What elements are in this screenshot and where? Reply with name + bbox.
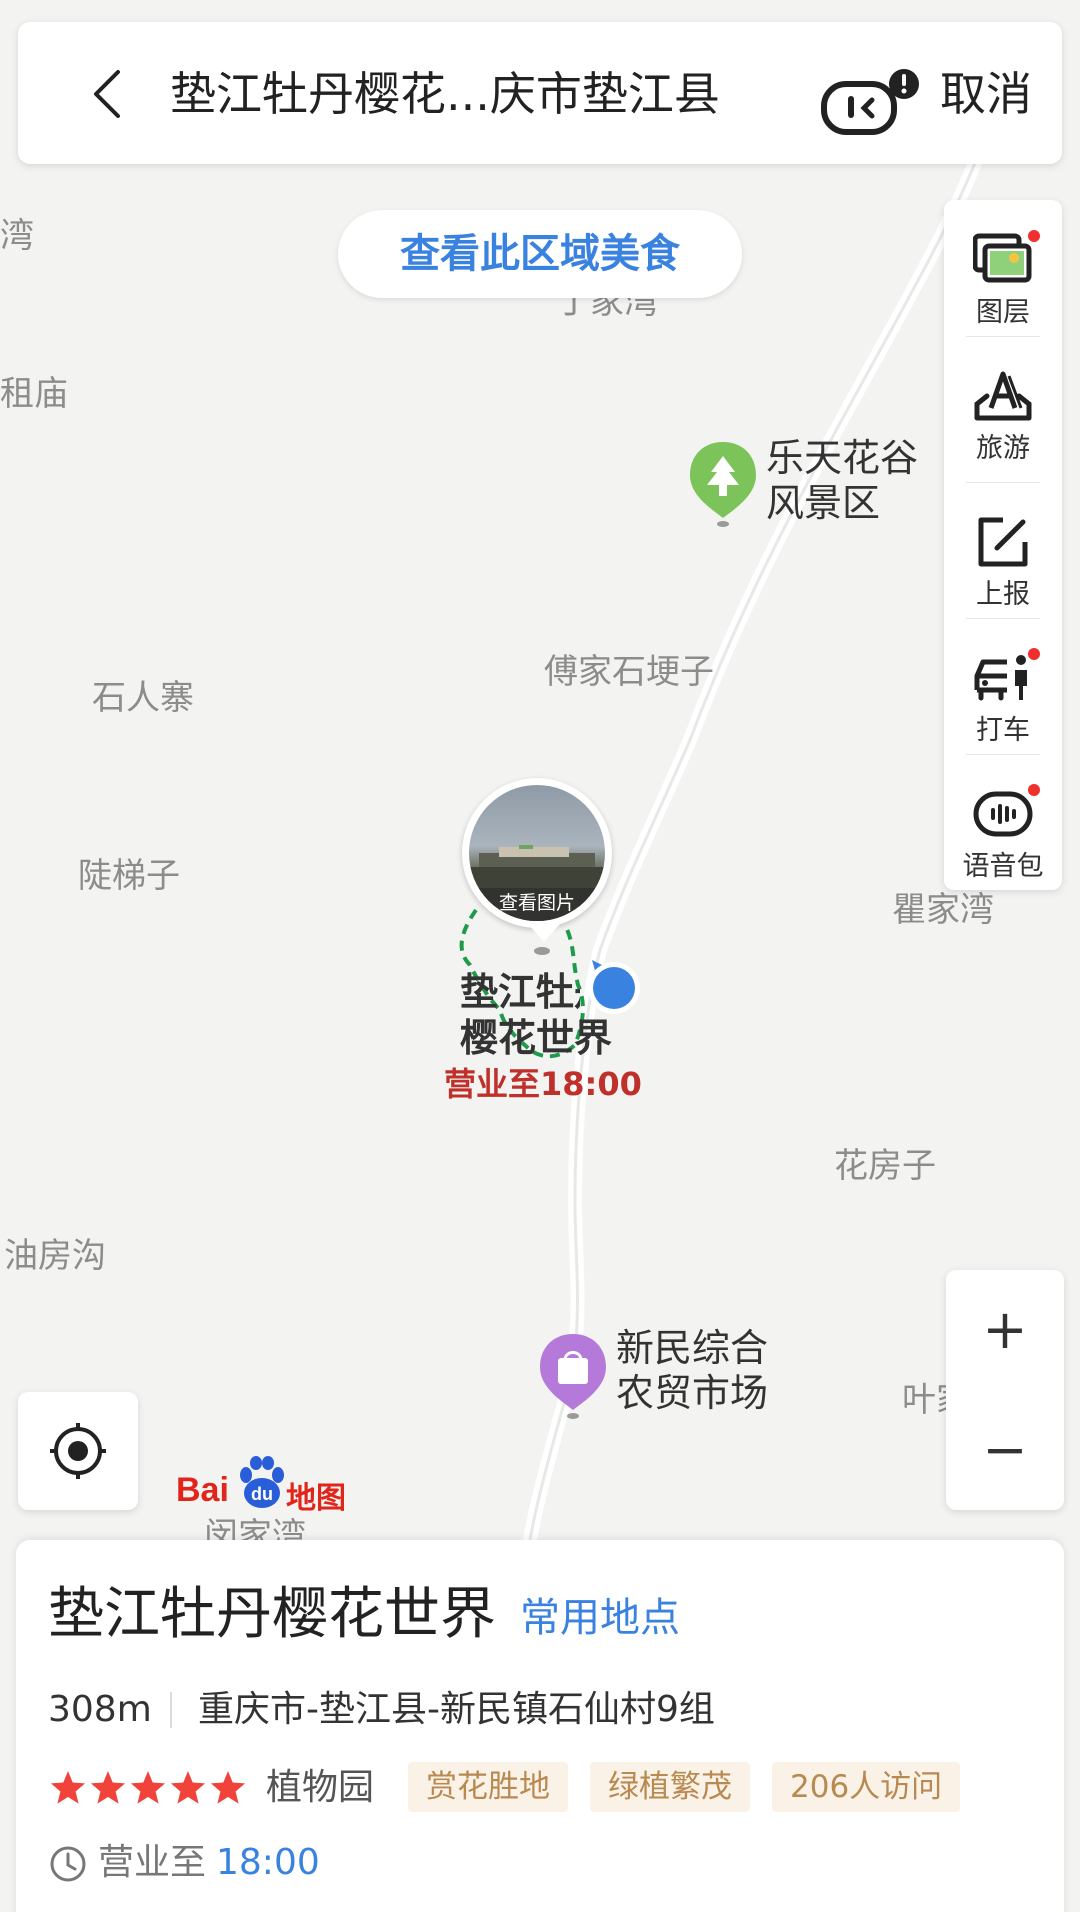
star-icon xyxy=(210,1771,246,1804)
voice-pack-badge xyxy=(1026,782,1042,798)
map-label: 湾 xyxy=(0,216,34,256)
poi-photo-marker[interactable]: 查看图片 xyxy=(462,778,612,928)
tool-label: 打车 xyxy=(976,715,1030,746)
travel-icon xyxy=(974,371,1032,421)
report-icon xyxy=(978,517,1028,567)
tool-label: 上报 xyxy=(976,579,1030,610)
place-tag: 206人访问 xyxy=(772,1762,961,1812)
poi-name-line2: 风景区 xyxy=(766,481,881,525)
poi-photo: 查看图片 xyxy=(469,785,605,921)
map-toolbar: 图层 旅游 上报 打车 语音包 xyxy=(944,200,1062,890)
layers-icon xyxy=(973,233,1032,283)
star-icon xyxy=(130,1771,166,1804)
voice-assistant-icon[interactable] xyxy=(818,60,928,150)
map-label: 油房沟 xyxy=(4,1236,106,1276)
place-tag: 赏花胜地 xyxy=(408,1762,568,1812)
map-label: 租庙 xyxy=(0,374,68,414)
star-icon xyxy=(50,1771,86,1804)
map-label: 花房子 xyxy=(834,1146,936,1186)
target-icon xyxy=(50,1423,106,1479)
place-address: 重庆市-垫江县-新民镇石仙村9组 xyxy=(198,1689,715,1730)
locate-me-button[interactable] xyxy=(18,1392,138,1510)
selected-poi-open-status: 营业至18:00 xyxy=(444,1065,642,1103)
hours-prefix: 营业至 xyxy=(98,1842,207,1883)
tool-label: 图层 xyxy=(976,297,1030,328)
place-tag: 绿植繁茂 xyxy=(590,1762,750,1812)
tool-label: 旅游 xyxy=(976,433,1030,464)
current-location-dot xyxy=(588,960,640,1014)
tool-label: 语音包 xyxy=(962,851,1044,882)
selected-poi-name-line1: 垫江牡丹 xyxy=(460,970,580,1014)
selected-poi-name-line2: 樱花世界 xyxy=(460,1016,613,1060)
taxi-icon xyxy=(974,655,1027,701)
tool-taxi[interactable]: 打车 xyxy=(944,628,1062,764)
map-label: 叶家 xyxy=(902,1380,946,1420)
tool-layers[interactable]: 图层 xyxy=(944,210,1062,346)
poi-name-line1: 新民综合 xyxy=(616,1326,769,1370)
clock-icon xyxy=(50,1846,86,1882)
baidu-map-logo: Bai du 地图 xyxy=(176,1455,356,1516)
map-label: 陡梯子 xyxy=(78,856,180,896)
map-label: 石人寨 xyxy=(92,678,194,718)
star-icon xyxy=(90,1771,126,1804)
voice-pack-icon xyxy=(973,791,1033,837)
search-bar: 垫江牡丹樱花...庆市垫江县 取消 xyxy=(18,22,1062,164)
place-name: 垫江牡丹樱花世界 xyxy=(48,1582,496,1647)
photo-frame: 查看图片 xyxy=(462,778,612,928)
shopping-bag-icon xyxy=(540,1334,606,1419)
tool-travel[interactable]: 旅游 xyxy=(944,346,1062,482)
favorite-place-link[interactable]: 常用地点 xyxy=(520,1592,680,1644)
tool-report[interactable]: 上报 xyxy=(944,492,1062,628)
star-icon xyxy=(170,1771,206,1804)
map-label: 闵家湾 xyxy=(204,1516,306,1540)
hours-time: 18:00 xyxy=(216,1842,320,1883)
poi-name-line1: 乐天花谷 xyxy=(766,436,919,480)
marker-anchor xyxy=(534,947,550,955)
tree-icon xyxy=(690,442,756,527)
layers-badge xyxy=(1026,228,1042,244)
taxi-badge xyxy=(1026,646,1042,662)
place-category: 植物园 xyxy=(266,1767,375,1808)
map-label: 傅家石埂子 xyxy=(544,652,714,692)
divider xyxy=(170,1692,172,1728)
poi-name-line2: 农贸市场 xyxy=(616,1371,769,1415)
svg-text:du: du xyxy=(251,1484,273,1504)
tool-voice-pack[interactable]: 语音包 xyxy=(944,764,1062,900)
back-arrow-icon[interactable] xyxy=(78,64,138,124)
rating-stars xyxy=(50,1771,246,1804)
search-query[interactable]: 垫江牡丹樱花...庆市垫江县 xyxy=(170,66,720,122)
cancel-button[interactable]: 取消 xyxy=(940,66,1032,122)
view-area-food-button[interactable]: 查看此区域美食 xyxy=(338,210,742,298)
place-distance: 308m xyxy=(48,1689,152,1730)
zoom-in-button[interactable]: + xyxy=(946,1270,1064,1390)
place-card[interactable]: 垫江牡丹樱花世界 常用地点 308m 重庆市-垫江县-新民镇石仙村9组 植物园 … xyxy=(16,1540,1064,1912)
photo-caption: 查看图片 xyxy=(469,888,605,921)
zoom-control: + − xyxy=(946,1270,1064,1510)
marker-pointer xyxy=(528,924,560,942)
zoom-out-button[interactable]: − xyxy=(946,1390,1064,1510)
